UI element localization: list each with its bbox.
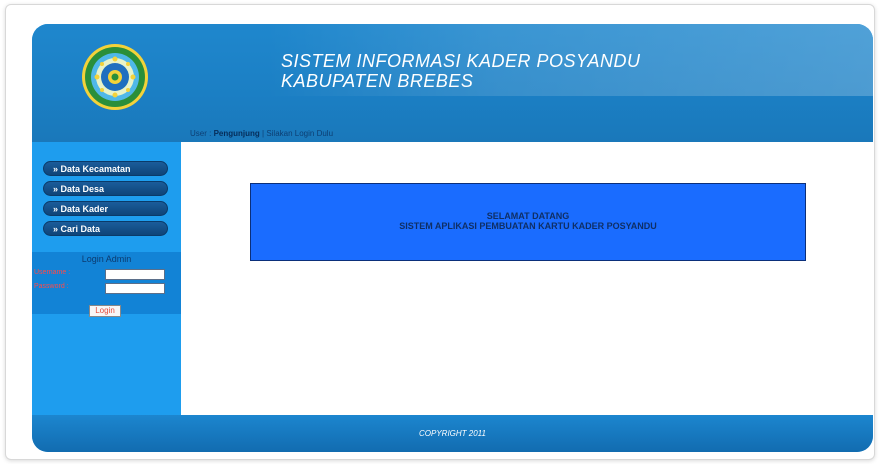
site-container: SISTEM INFORMASI KADER POSYANDU KABUPATE… <box>32 24 873 452</box>
password-label: Password : <box>34 283 69 290</box>
welcome-heading: SELAMAT DATANG <box>486 211 570 221</box>
site-title-line1: SISTEM INFORMASI KADER POSYANDU <box>281 51 641 71</box>
sidebar: » Data Kecamatan » Data Desa » Data Kade… <box>32 142 181 415</box>
copyright-text: COPYRIGHT 2011 <box>419 429 486 438</box>
site-title: SISTEM INFORMASI KADER POSYANDU KABUPATE… <box>281 51 641 91</box>
site-title-line2: KABUPATEN BREBES <box>281 71 474 91</box>
menu-data-desa[interactable]: » Data Desa <box>43 181 168 196</box>
username-label: Username : <box>34 269 71 276</box>
username-input[interactable] <box>105 269 165 280</box>
user-name: Pengunjung <box>213 129 260 138</box>
regency-emblem-icon <box>82 44 148 110</box>
user-prefix: User : <box>190 129 214 138</box>
site-footer: COPYRIGHT 2011 <box>32 415 873 452</box>
main-content: SELAMAT DATANG SISTEM APLIKASI PEMBUATAN… <box>181 142 873 415</box>
menu-data-kecamatan[interactable]: » Data Kecamatan <box>43 161 168 176</box>
login-title: Login Admin <box>81 254 132 264</box>
menu-cari-data[interactable]: » Cari Data <box>43 221 168 236</box>
menu-data-kader[interactable]: » Data Kader <box>43 201 168 216</box>
welcome-subheading: SISTEM APLIKASI PEMBUATAN KARTU KADER PO… <box>399 221 657 231</box>
user-status-bar: User : Pengunjung | Silakan Login Dulu <box>190 129 333 138</box>
login-button[interactable]: Login <box>89 305 121 317</box>
site-header: SISTEM INFORMASI KADER POSYANDU KABUPATE… <box>32 24 873 142</box>
login-admin-panel: Login Admin Username : Password : Login <box>32 252 181 317</box>
welcome-banner: SELAMAT DATANG SISTEM APLIKASI PEMBUATAN… <box>250 183 806 261</box>
login-prompt: Silakan Login Dulu <box>266 129 334 138</box>
password-input[interactable] <box>105 283 165 294</box>
